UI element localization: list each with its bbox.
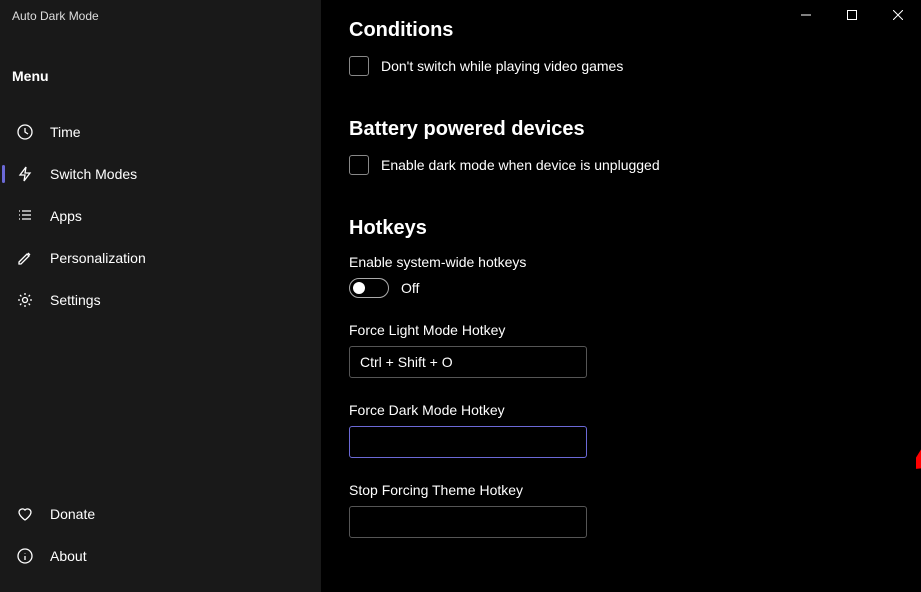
sidebar-item-donate[interactable]: Donate	[4, 494, 317, 534]
checkbox-row-unplugged[interactable]: Enable dark mode when device is unplugge…	[349, 155, 921, 175]
content-area: Conditions Don't switch while playing vi…	[321, 0, 921, 592]
section-heading-conditions: Conditions	[349, 19, 921, 42]
info-icon	[16, 547, 34, 565]
app-title: Auto Dark Mode	[0, 8, 321, 34]
sidebar-item-label: Time	[50, 124, 81, 140]
field-label-light-hotkey: Force Light Mode Hotkey	[349, 322, 921, 338]
input-stop-hotkey[interactable]	[349, 506, 587, 538]
toggle-knob	[353, 282, 365, 294]
pencil-icon	[16, 249, 34, 267]
sidebar-item-apps[interactable]: Apps	[4, 196, 317, 236]
sidebar-item-label: Apps	[50, 208, 82, 224]
sidebar-item-label: About	[50, 548, 87, 564]
checkbox-label: Enable dark mode when device is unplugge…	[381, 157, 660, 173]
checkbox-row-video-games[interactable]: Don't switch while playing video games	[349, 56, 921, 76]
field-label-dark-hotkey: Force Dark Mode Hotkey	[349, 402, 921, 418]
menu-heading: Menu	[0, 34, 321, 100]
sidebar-item-label: Switch Modes	[50, 166, 137, 182]
sidebar-item-label: Settings	[50, 292, 101, 308]
nav-footer: Donate About	[0, 494, 321, 576]
sidebar-item-label: Personalization	[50, 250, 146, 266]
gear-icon	[16, 291, 34, 309]
heart-icon	[16, 505, 34, 523]
sidebar-item-time[interactable]: Time	[4, 112, 317, 152]
section-heading-hotkeys: Hotkeys	[349, 217, 921, 240]
clock-icon	[16, 123, 34, 141]
input-dark-hotkey[interactable]	[349, 426, 587, 458]
field-label-stop-hotkey: Stop Forcing Theme Hotkey	[349, 482, 921, 498]
checkbox-video-games[interactable]	[349, 56, 369, 76]
lightning-icon	[16, 165, 34, 183]
toggle-state-label: Off	[401, 280, 419, 296]
toggle-system-hotkeys[interactable]	[349, 278, 389, 298]
toggle-label-system-hotkeys: Enable system-wide hotkeys	[349, 254, 921, 270]
nav-list: Time Switch Modes Apps Personalization S…	[0, 112, 321, 320]
sidebar-item-about[interactable]: About	[4, 536, 317, 576]
section-heading-battery: Battery powered devices	[349, 118, 921, 141]
list-icon	[16, 207, 34, 225]
sidebar-item-settings[interactable]: Settings	[4, 280, 317, 320]
sidebar: Auto Dark Mode Menu Time Switch Modes Ap…	[0, 0, 321, 592]
checkbox-unplugged[interactable]	[349, 155, 369, 175]
sidebar-item-switch-modes[interactable]: Switch Modes	[4, 154, 317, 194]
input-light-hotkey[interactable]	[349, 346, 587, 378]
sidebar-item-label: Donate	[50, 506, 95, 522]
checkbox-label: Don't switch while playing video games	[381, 58, 623, 74]
sidebar-item-personalization[interactable]: Personalization	[4, 238, 317, 278]
toggle-row: Off	[349, 278, 921, 298]
